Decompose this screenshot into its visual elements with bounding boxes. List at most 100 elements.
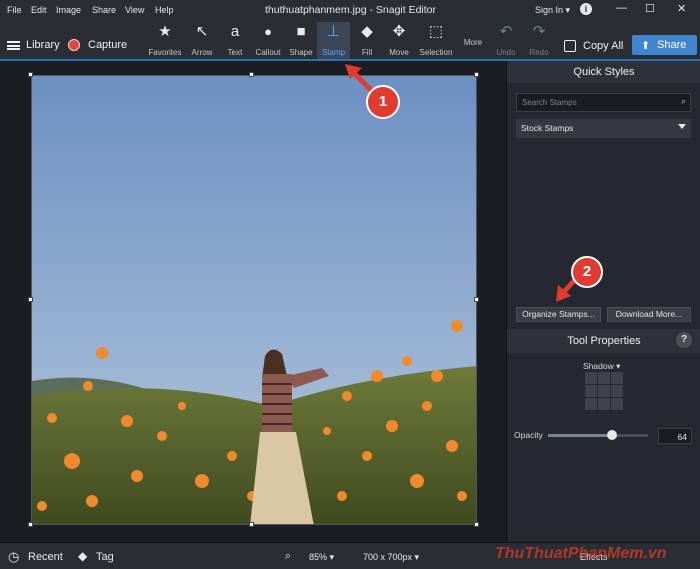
sign-in-button[interactable]: Sign In ▾ — [535, 5, 570, 16]
search-stamps-input[interactable]: Search Stamps ⌕ — [516, 93, 691, 112]
resize-handle[interactable] — [474, 297, 479, 302]
menu-help[interactable]: Help — [155, 5, 174, 15]
callout-icon: ● — [264, 24, 272, 39]
opacity-slider-fill — [548, 434, 612, 437]
tool-arrow[interactable]: ↖ Arrow — [187, 22, 217, 60]
shadow-cell[interactable] — [611, 385, 623, 397]
stock-stamps-select[interactable]: Stock Stamps — [516, 119, 691, 138]
tool-favorites[interactable]: ★ Favorites — [146, 22, 184, 60]
resize-handle[interactable] — [474, 522, 479, 527]
resize-handle[interactable] — [28, 72, 33, 77]
minimize-icon[interactable]: — — [616, 2, 627, 14]
resize-handle[interactable] — [474, 72, 479, 77]
tool-text[interactable]: a Text — [222, 22, 248, 60]
recent-button[interactable]: Recent — [28, 551, 63, 563]
menu-view[interactable]: View — [125, 5, 144, 15]
tool-label: Redo — [529, 48, 549, 57]
share-button[interactable]: ⬆ Share — [632, 35, 697, 55]
shadow-cell[interactable] — [585, 372, 597, 384]
photo-illustration — [32, 76, 476, 524]
shadow-cell[interactable] — [598, 398, 610, 410]
menu-edit[interactable]: Edit — [31, 5, 47, 15]
tool-label: Fill — [361, 48, 373, 57]
shadow-cell[interactable] — [585, 385, 597, 397]
tool-stamp[interactable]: ⊥ Stamp — [317, 22, 350, 60]
tool-label: More — [463, 38, 483, 47]
shadow-cell[interactable] — [611, 398, 623, 410]
search-placeholder: Search Stamps — [522, 98, 577, 107]
zoom-dropdown[interactable]: 85% ▾ — [309, 552, 334, 563]
tool-label: Move — [389, 48, 409, 57]
properties-panel: Quick Styles Search Stamps ⌕ Stock Stamp… — [506, 61, 700, 542]
opacity-value-input[interactable]: 64 — [658, 428, 692, 444]
shadow-cell[interactable] — [611, 372, 623, 384]
organize-stamps-button[interactable]: Organize Stamps... — [516, 307, 601, 322]
tool-label: Favorites — [148, 48, 182, 57]
share-icon: ⬆ — [641, 40, 651, 52]
recent-icon: ◷ — [8, 549, 20, 564]
help-icon[interactable]: ? — [676, 332, 692, 348]
tag-button[interactable]: Tag — [96, 551, 114, 563]
tool-shape[interactable]: ■ Shape — [286, 22, 316, 60]
tool-label: Shape — [289, 48, 313, 57]
shadow-cell[interactable] — [598, 385, 610, 397]
menu-share[interactable]: Share — [92, 5, 116, 15]
tool-label: Selection — [419, 48, 453, 57]
selection-icon: ⬚ — [428, 23, 444, 40]
watermark-text: ThuThuatPhanMem.vn — [495, 545, 667, 562]
shadow-cell[interactable] — [585, 398, 597, 410]
shadow-cell[interactable] — [598, 372, 610, 384]
window-title: thuthuatphanmem.jpg - Snagit Editor — [265, 4, 437, 16]
tool-label: Undo — [496, 48, 516, 57]
annotation-badge-2: 2 — [571, 256, 603, 288]
tool-more[interactable]: More — [460, 22, 486, 60]
menu-file[interactable]: File — [7, 5, 22, 15]
copy-icon — [564, 40, 576, 52]
shadow-direction-grid[interactable] — [585, 372, 623, 410]
canvas-image[interactable] — [31, 75, 477, 525]
tool-callout[interactable]: ● Callout — [252, 22, 284, 60]
shadow-dropdown[interactable]: Shadow ▾ — [583, 361, 620, 372]
tag-icon: ◆ — [78, 549, 88, 563]
menu-image[interactable]: Image — [56, 5, 81, 15]
info-icon[interactable]: i — [580, 3, 592, 15]
opacity-label: Opacity — [514, 430, 543, 440]
stamp-icon: ⊥ — [326, 23, 341, 40]
tool-redo[interactable]: ↷ Redo — [526, 22, 552, 60]
tool-label: Text — [227, 48, 243, 57]
hamburger-menu-icon[interactable] — [7, 41, 20, 50]
opacity-slider[interactable] — [548, 434, 648, 437]
menu-bar: File Edit Image Share View Help thuthuat… — [0, 0, 700, 20]
library-button[interactable]: Library — [26, 39, 60, 51]
move-icon: ✥ — [392, 23, 406, 40]
maximize-icon[interactable]: ☐ — [645, 2, 655, 15]
text-icon: a — [230, 23, 240, 40]
share-label: Share — [657, 39, 687, 51]
shape-icon: ■ — [296, 23, 306, 40]
close-icon[interactable]: ✕ — [677, 2, 686, 15]
opacity-slider-knob[interactable] — [607, 430, 617, 440]
fill-icon: ◆ — [361, 23, 373, 40]
tool-fill[interactable]: ◆ Fill — [354, 22, 380, 60]
tool-selection[interactable]: ⬚ Selection — [416, 22, 456, 60]
undo-icon: ↶ — [499, 23, 513, 40]
resize-handle[interactable] — [249, 522, 254, 527]
record-icon — [68, 39, 80, 51]
select-value: Stock Stamps — [521, 123, 574, 133]
redo-icon: ↷ — [532, 23, 546, 40]
image-size-dropdown[interactable]: 700 x 700px ▾ — [363, 552, 419, 563]
download-more-button[interactable]: Download More... — [607, 307, 691, 322]
tool-move[interactable]: ✥ Move — [385, 22, 413, 60]
tool-undo[interactable]: ↶ Undo — [493, 22, 519, 60]
resize-handle[interactable] — [28, 297, 33, 302]
search-icon: ⌕ — [680, 96, 686, 106]
annotation-badge-1: 1 — [366, 85, 400, 119]
resize-handle[interactable] — [28, 522, 33, 527]
resize-handle[interactable] — [249, 72, 254, 77]
star-icon: ★ — [158, 23, 172, 40]
capture-button[interactable]: Capture — [88, 39, 127, 51]
copy-all-button[interactable]: Copy All — [583, 40, 623, 52]
chevron-down-icon — [678, 124, 686, 129]
tool-label: Callout — [255, 48, 281, 57]
tool-properties-header: Tool Properties — [507, 329, 700, 353]
